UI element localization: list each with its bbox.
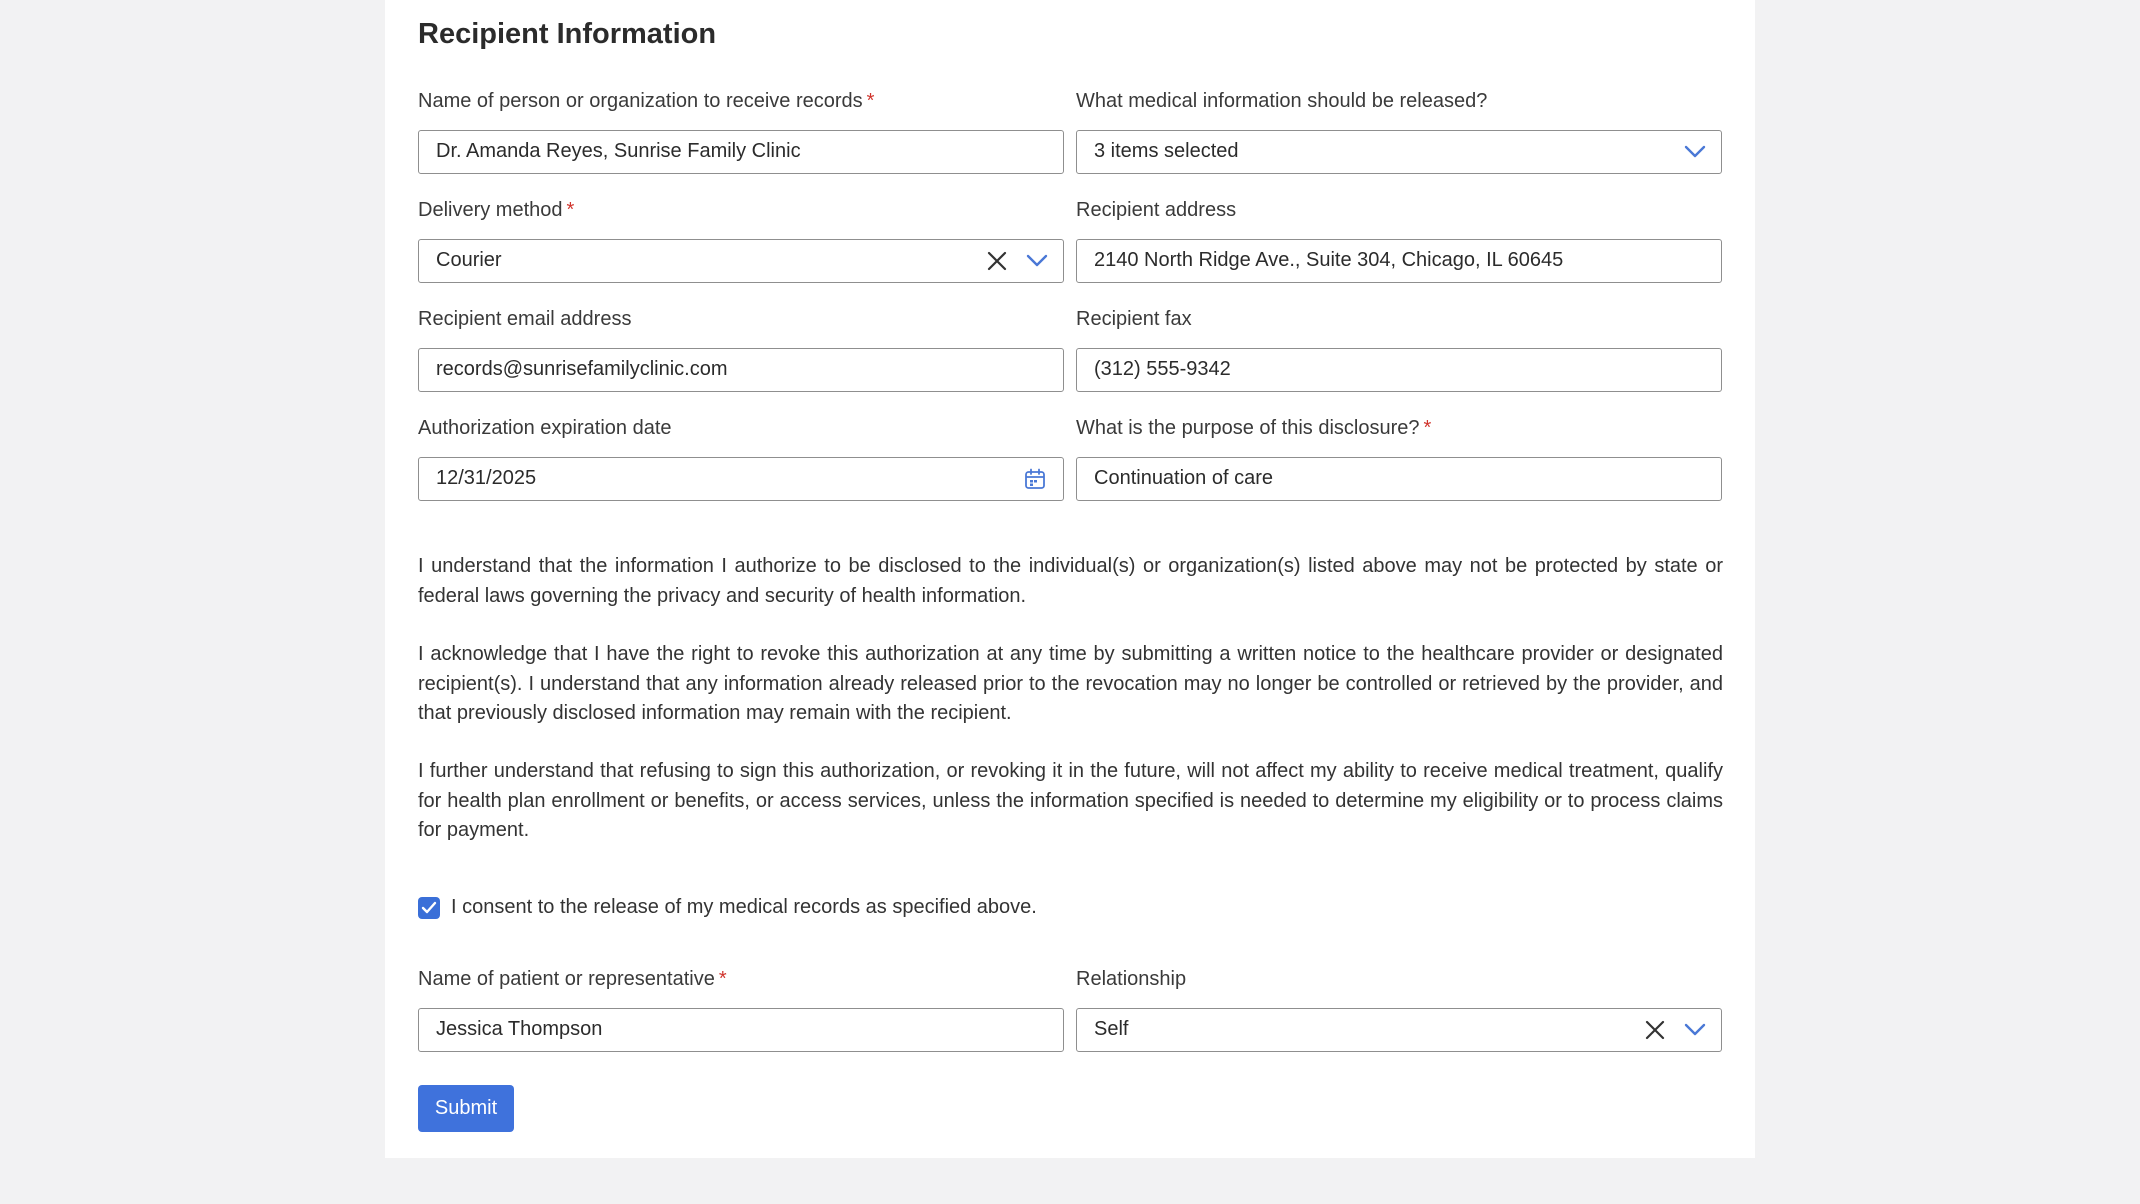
expiration-date-input[interactable]: 12/31/2025 xyxy=(418,457,1064,501)
clear-icon[interactable] xyxy=(981,240,1013,281)
patient-name-value: Jessica Thompson xyxy=(436,1018,603,1040)
consent-checkbox[interactable] xyxy=(418,896,440,919)
medical-info-value: 3 items selected xyxy=(1094,140,1239,162)
patient-name-group: Name of patient or representative * Jessi… xyxy=(418,966,1064,1052)
recipient-name-label: Name of person or organization to receiv… xyxy=(418,90,875,112)
delivery-method-value: Courier xyxy=(436,249,502,271)
chevron-down-icon[interactable] xyxy=(1679,131,1711,172)
purpose-input[interactable]: Continuation of care xyxy=(1076,457,1722,501)
recipient-name-group: Name of person or organization to receiv… xyxy=(418,88,1064,174)
recipient-fax-value: (312) 555-9342 xyxy=(1094,358,1231,380)
delivery-method-select[interactable]: Courier xyxy=(418,239,1064,283)
relationship-value: Self xyxy=(1094,1018,1129,1040)
recipient-address-group: Recipient address 2140 North Ridge Ave.,… xyxy=(1076,197,1722,283)
expiration-date-group: Authorization expiration date 12/31/2025 xyxy=(418,415,1064,501)
delivery-method-group: Delivery method * Courier xyxy=(418,197,1064,283)
recipient-email-label: Recipient email address xyxy=(418,308,632,330)
required-mark: * xyxy=(1423,417,1432,439)
medical-info-group: What medical information should be relea… xyxy=(1076,88,1722,174)
delivery-method-label: Delivery method * xyxy=(418,199,575,221)
recipient-address-label: Recipient address xyxy=(1076,199,1237,221)
purpose-label: What is the purpose of this disclosure? * xyxy=(1076,417,1432,439)
disclosure-paragraph-2: I acknowledge that I have the right to r… xyxy=(418,643,1723,724)
recipient-name-value: Dr. Amanda Reyes, Sunrise Family Clinic xyxy=(436,140,801,162)
form-card: Recipient Information Name of person or … xyxy=(385,0,1755,1158)
chevron-down-icon[interactable] xyxy=(1021,240,1053,281)
relationship-group: Relationship Self xyxy=(1076,966,1722,1052)
required-mark: * xyxy=(566,199,575,221)
recipient-fax-label: Recipient fax xyxy=(1076,308,1192,330)
patient-name-input[interactable]: Jessica Thompson xyxy=(418,1008,1064,1052)
calendar-icon[interactable] xyxy=(1019,458,1051,499)
expiration-date-label: Authorization expiration date xyxy=(418,417,672,439)
check-icon xyxy=(421,901,437,914)
recipient-address-value: 2140 North Ridge Ave., Suite 304, Chicag… xyxy=(1094,249,1564,271)
recipient-address-input[interactable]: 2140 North Ridge Ave., Suite 304, Chicag… xyxy=(1076,239,1722,283)
expiration-date-value: 12/31/2025 xyxy=(436,467,537,489)
relationship-label: Relationship xyxy=(1076,968,1187,990)
purpose-value: Continuation of care xyxy=(1094,467,1274,489)
purpose-group: What is the purpose of this disclosure? *… xyxy=(1076,415,1722,501)
recipient-email-value: records@sunrisefamilyclinic.com xyxy=(436,358,728,380)
required-mark: * xyxy=(866,90,875,112)
disclosure-paragraph-3: I further understand that refusing to si… xyxy=(418,760,1723,841)
recipient-fax-group: Recipient fax (312) 555-9342 xyxy=(1076,306,1722,392)
recipient-email-input[interactable]: records@sunrisefamilyclinic.com xyxy=(418,348,1064,392)
disclosure-paragraph-1: I understand that the information I auth… xyxy=(418,555,1723,607)
chevron-down-icon[interactable] xyxy=(1679,1009,1711,1050)
patient-name-label: Name of patient or representative * xyxy=(418,968,727,990)
clear-icon[interactable] xyxy=(1639,1009,1671,1050)
consent-label: I consent to the release of my medical r… xyxy=(451,896,1037,918)
consent-row[interactable]: I consent to the release of my medical r… xyxy=(418,896,1037,919)
recipient-fax-input[interactable]: (312) 555-9342 xyxy=(1076,348,1722,392)
page-title: Recipient Information xyxy=(418,18,717,50)
medical-info-label: What medical information should be relea… xyxy=(1076,90,1488,112)
submit-button[interactable]: Submit xyxy=(418,1085,514,1132)
required-mark: * xyxy=(718,968,727,990)
relationship-select[interactable]: Self xyxy=(1076,1008,1722,1052)
medical-info-select[interactable]: 3 items selected xyxy=(1076,130,1722,174)
recipient-name-input[interactable]: Dr. Amanda Reyes, Sunrise Family Clinic xyxy=(418,130,1064,174)
recipient-email-group: Recipient email address records@sunrisef… xyxy=(418,306,1064,392)
